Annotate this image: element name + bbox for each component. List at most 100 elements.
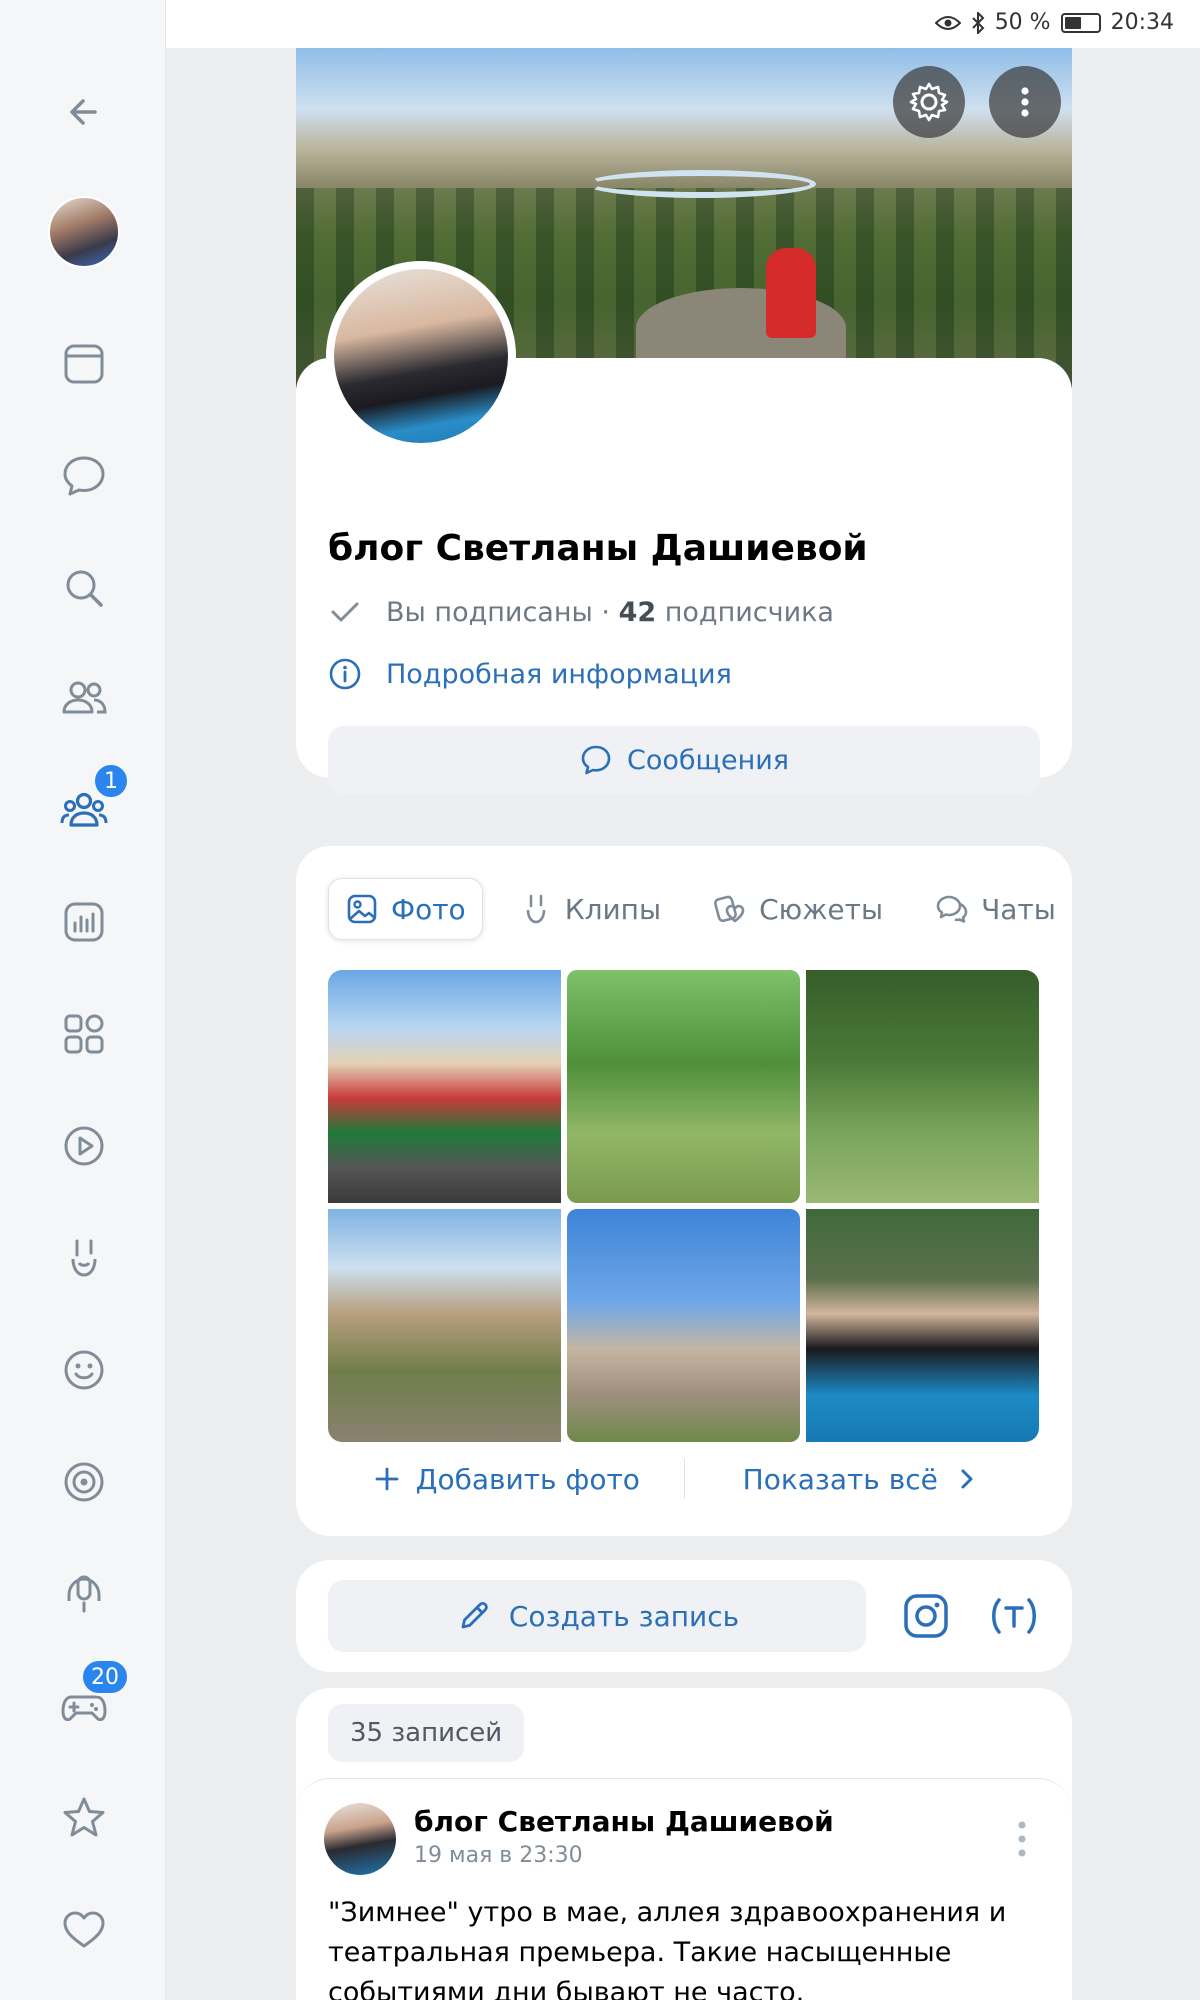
cover-river xyxy=(586,170,816,198)
sidebar-item-friends[interactable] xyxy=(50,664,118,732)
grid-icon xyxy=(64,1014,104,1054)
photo-thumbnail[interactable] xyxy=(567,1209,800,1442)
post-date[interactable]: 19 мая в 23:30 xyxy=(414,1843,583,1868)
avatar[interactable] xyxy=(48,196,120,268)
details-link-label: Подробная информация xyxy=(386,658,732,690)
sidebar-item-stats[interactable] xyxy=(50,888,118,956)
tab-clips[interactable]: Клипы xyxy=(503,878,677,940)
arrow-left-icon xyxy=(70,99,97,125)
tab-stories[interactable]: Сюжеты xyxy=(697,878,899,940)
media-card: Фото Клипы Сюжеты Чаты Добавить фото Пок… xyxy=(296,846,1072,1536)
check-icon xyxy=(331,602,359,622)
sidebar-item-favorites[interactable] xyxy=(50,1896,118,1964)
stats-icon xyxy=(64,902,104,942)
profile-avatar[interactable] xyxy=(326,261,516,451)
photo-thumbnail[interactable] xyxy=(567,970,800,1203)
battery-percent: 50 % xyxy=(994,10,1051,35)
sidebar-item-podcasts[interactable] xyxy=(50,1560,118,1628)
podcast-icon xyxy=(67,1575,101,1613)
create-post-button[interactable]: Создать запись xyxy=(328,1580,866,1652)
notification-badge: 1 xyxy=(92,762,130,800)
media-actions: Добавить фото Показать всё xyxy=(328,1448,1040,1510)
subscription-row[interactable]: Вы подписаны · 42 подписчика xyxy=(328,590,834,634)
notification-badge: 20 xyxy=(80,1658,130,1696)
pencil-icon xyxy=(461,1601,488,1629)
settings-button[interactable] xyxy=(893,66,965,138)
post-author-avatar[interactable] xyxy=(324,1803,396,1875)
post-more-button[interactable] xyxy=(1012,1817,1032,1861)
gear-icon xyxy=(909,82,949,122)
back-button[interactable] xyxy=(50,78,118,146)
status-bar: 50 % 20:34 xyxy=(0,0,1200,48)
star-icon xyxy=(63,1797,105,1837)
chevron-right-icon xyxy=(961,1469,973,1489)
more-vertical-icon xyxy=(1018,1821,1026,1857)
status-icons-right: 50 % 20:34 xyxy=(934,10,1174,35)
sidebar-item-clips[interactable] xyxy=(50,1224,118,1292)
details-link[interactable]: Подробная информация xyxy=(328,652,732,696)
sidebar-item-communities[interactable]: 1 xyxy=(50,762,130,844)
tab-photos-label: Фото xyxy=(391,892,466,926)
add-photo-button[interactable]: Добавить фото xyxy=(328,1463,684,1496)
info-icon xyxy=(329,658,361,690)
subscriber-word: подписчика xyxy=(656,596,834,628)
friends-icon xyxy=(62,681,107,714)
post-author[interactable]: блог Светланы Дашиевой xyxy=(414,1805,834,1838)
post-text: "Зимнее" утро в мае, аллея здравоохранен… xyxy=(328,1897,1007,2000)
plus-icon xyxy=(375,1467,398,1491)
sidebar: 1 20 xyxy=(0,0,166,2000)
sidebar-item-target[interactable] xyxy=(50,1448,118,1516)
photo-icon xyxy=(347,894,377,924)
more-vertical-icon xyxy=(1021,87,1029,117)
tab-chats[interactable]: Чаты xyxy=(919,878,1072,940)
instagram-button[interactable] xyxy=(896,1586,956,1646)
cover-person xyxy=(766,248,816,338)
heart-icon xyxy=(63,1911,105,1948)
subscription-status: Вы подписаны · xyxy=(386,596,619,628)
sidebar-item-stickers[interactable] xyxy=(50,1336,118,1404)
broadcast-icon xyxy=(992,1598,1036,1634)
tab-photos[interactable]: Фото xyxy=(328,878,483,940)
clock: 20:34 xyxy=(1110,10,1174,35)
composer-card: Создать запись xyxy=(296,1560,1072,1672)
target-icon xyxy=(64,1462,104,1502)
photo-grid xyxy=(328,970,1040,1442)
post-count-chip[interactable]: 35 записей xyxy=(328,1704,525,1762)
story-heart-icon xyxy=(714,895,745,923)
sidebar-item-video[interactable] xyxy=(50,1112,118,1180)
live-stream-button[interactable] xyxy=(984,1586,1044,1646)
sidebar-item-messages[interactable] xyxy=(50,442,118,510)
chats-icon xyxy=(936,895,968,923)
sidebar-item-games[interactable]: 20 xyxy=(50,1658,130,1740)
chat-bubble-icon xyxy=(581,745,611,775)
news-icon xyxy=(64,344,104,384)
instagram-icon xyxy=(904,1594,948,1638)
show-all-button[interactable]: Показать всё xyxy=(685,1463,1041,1496)
eye-icon xyxy=(934,15,961,30)
chat-bubble-icon xyxy=(63,456,105,496)
battery-icon xyxy=(1060,12,1101,33)
photo-thumbnail[interactable] xyxy=(328,970,561,1203)
sidebar-item-bookmarks[interactable] xyxy=(50,1784,118,1852)
create-post-label: Создать запись xyxy=(508,1599,740,1633)
media-tabs: Фото Клипы Сюжеты Чаты xyxy=(328,878,1072,940)
messages-button-label: Сообщения xyxy=(626,744,790,776)
subscriber-count: 42 xyxy=(618,596,657,628)
play-icon xyxy=(64,1126,104,1166)
messages-button[interactable]: Сообщения xyxy=(328,726,1040,794)
sidebar-item-news[interactable] xyxy=(50,330,118,398)
photo-thumbnail[interactable] xyxy=(806,1209,1039,1442)
wall-post: блог Светланы Дашиевой 19 мая в 23:30 "З… xyxy=(296,1778,1072,2000)
sidebar-item-services[interactable] xyxy=(50,1000,118,1068)
search-icon xyxy=(66,570,103,607)
photo-thumbnail[interactable] xyxy=(328,1209,561,1442)
bluetooth-icon xyxy=(971,11,985,34)
sidebar-item-search[interactable] xyxy=(50,554,118,622)
show-all-label: Показать всё xyxy=(742,1462,938,1496)
more-button[interactable] xyxy=(989,66,1061,138)
clips-icon xyxy=(526,894,545,924)
clips-icon xyxy=(71,1239,97,1277)
photo-thumbnail[interactable] xyxy=(806,970,1039,1203)
smile-icon xyxy=(64,1350,104,1390)
tab-clips-label: Клипы xyxy=(564,892,662,926)
